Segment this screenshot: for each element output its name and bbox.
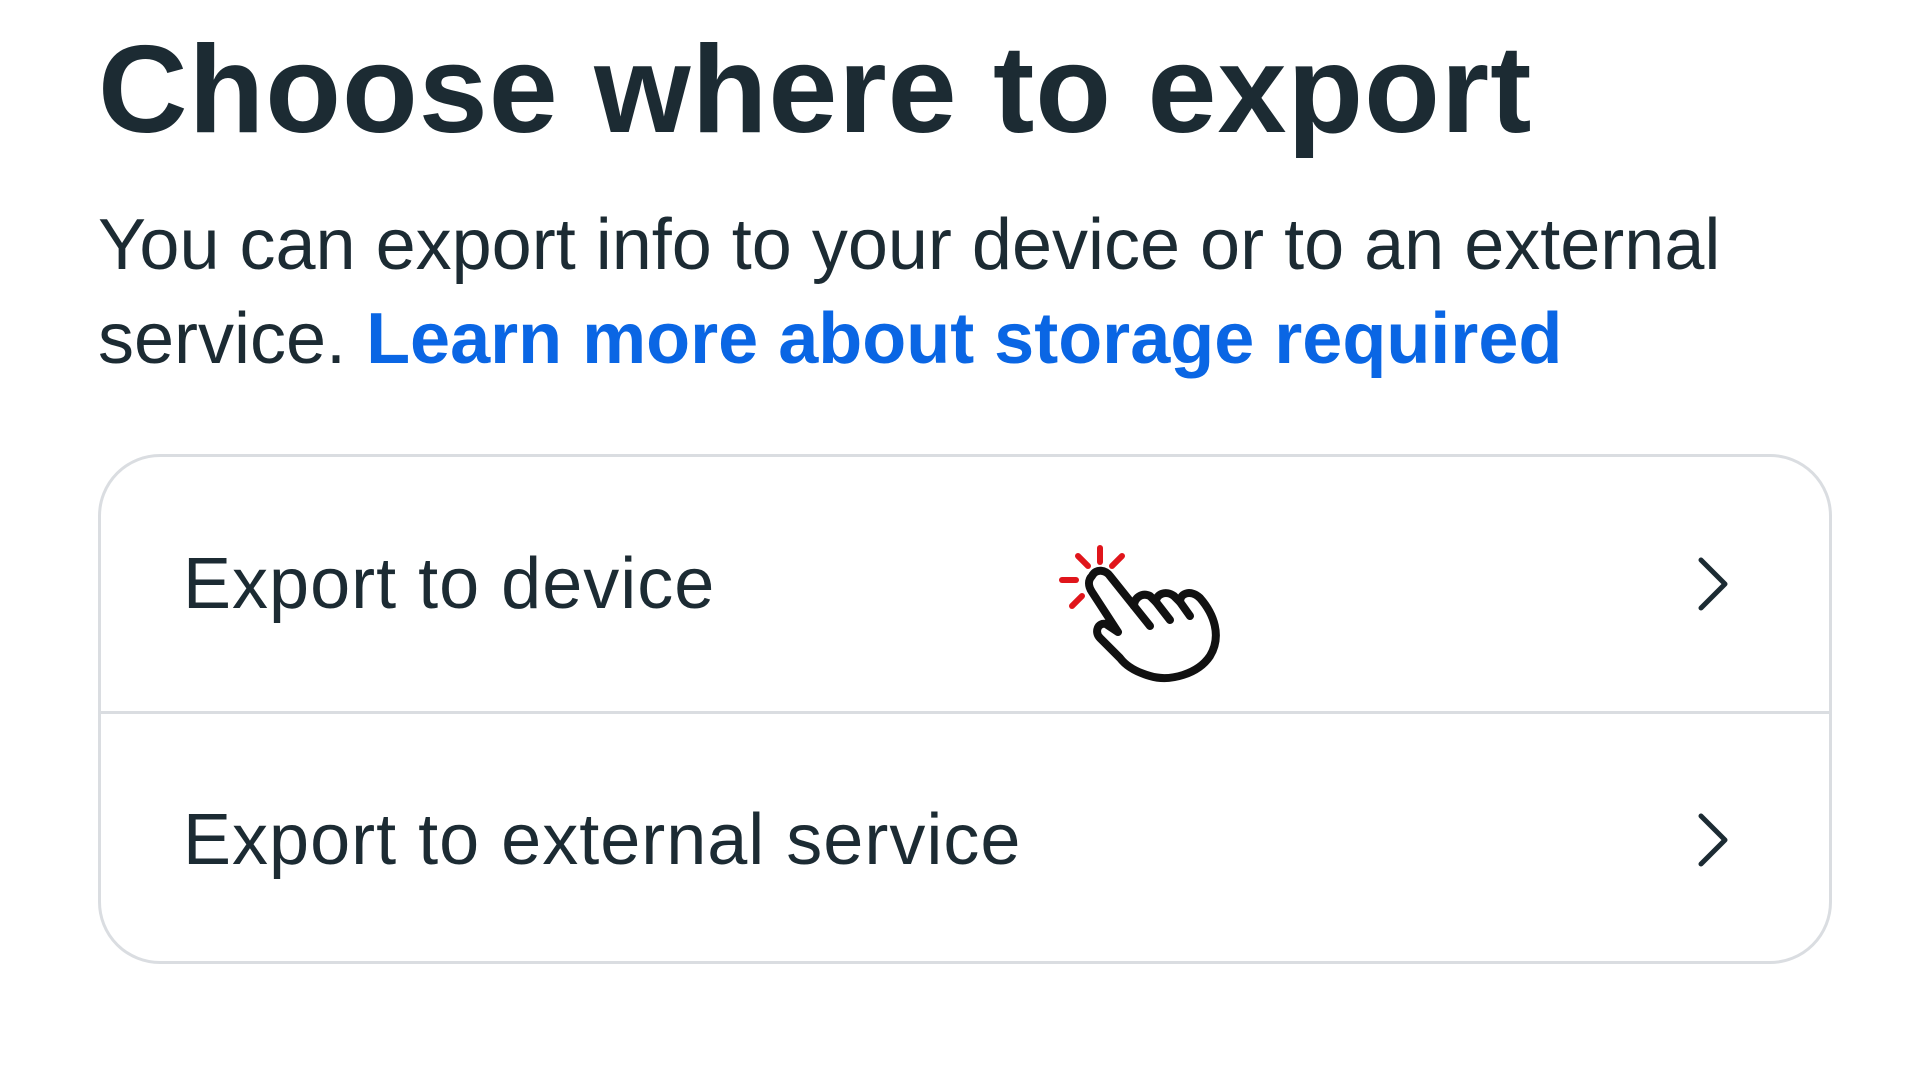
export-to-device-option[interactable]: Export to device [101, 457, 1829, 711]
chevron-right-icon [1698, 813, 1728, 866]
page-title: Choose where to export [98, 21, 1533, 159]
option-label: Export to device [183, 544, 716, 624]
page-description: You can export info to your device or to… [98, 198, 1858, 386]
chevron-right-icon [1698, 557, 1728, 611]
export-to-external-service-option[interactable]: Export to external service [101, 711, 1829, 961]
export-destination-page: Choose where to export You can export in… [0, 0, 1920, 1080]
learn-more-storage-link[interactable]: Learn more about storage required [366, 299, 1562, 379]
option-label: Export to external service [183, 799, 1022, 880]
export-options-card: Export to device Export to external serv… [98, 454, 1832, 964]
